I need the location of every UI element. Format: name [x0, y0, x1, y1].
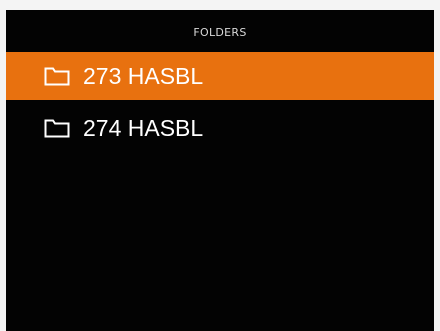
- folder-browser-screen: FOLDERS 273 HASBL 274 HASBL: [6, 10, 434, 331]
- folder-label: 274 HASBL: [83, 114, 204, 141]
- folders-header: FOLDERS: [193, 26, 247, 39]
- folder-icon: [44, 118, 70, 138]
- folder-icon: [44, 66, 70, 86]
- folder-label: 273 HASBL: [83, 62, 204, 89]
- folder-list: 273 HASBL 274 HASBL: [6, 52, 434, 152]
- folder-item-273-hasbl[interactable]: 273 HASBL: [6, 52, 434, 100]
- folder-item-274-hasbl[interactable]: 274 HASBL: [6, 104, 434, 152]
